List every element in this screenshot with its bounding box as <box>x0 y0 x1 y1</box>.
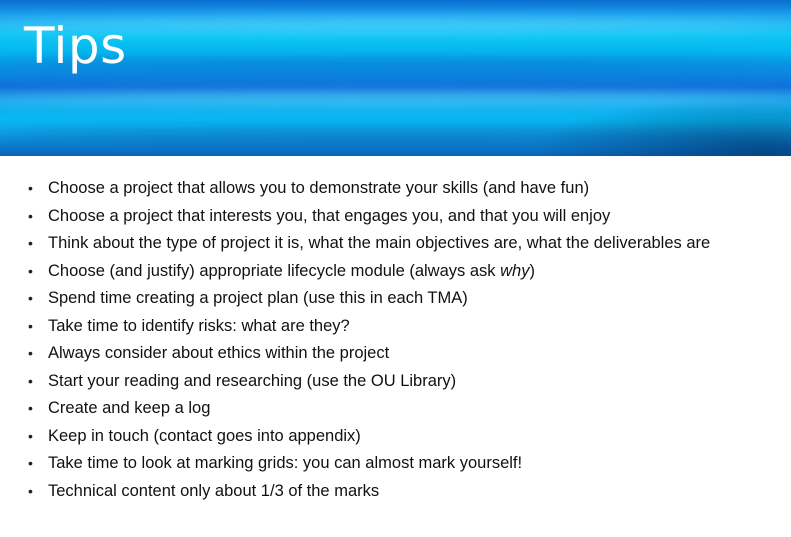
list-item: • Choose a project that allows you to dem… <box>28 175 788 203</box>
bullet-icon: • <box>28 400 33 416</box>
list-item-text: Keep in touch (contact goes into appendi… <box>48 426 361 445</box>
list-item: • Take time to identify risks: what are t… <box>28 313 788 341</box>
header-banner: Tips <box>0 0 791 156</box>
list-item-text-after: ) <box>529 261 535 280</box>
bullet-icon: • <box>28 262 33 279</box>
banner-shade <box>531 96 791 156</box>
list-item-text: Create and keep a log <box>48 399 211 417</box>
list-item-text: Choose (and justify) appropriate lifecyc… <box>48 261 501 280</box>
list-item: • Choose a project that interests you, th… <box>28 203 788 231</box>
list-item: • Take time to look at marking grids: you… <box>28 450 788 478</box>
list-item-text: Technical content only about 1/3 of the … <box>48 481 380 500</box>
list-item-text: Always consider about ethics within the … <box>48 344 390 362</box>
list-item: • Spend time creating a project plan (use… <box>28 285 788 313</box>
bullet-icon: • <box>28 427 33 444</box>
list-item-text: Start your reading and researching (use … <box>48 371 457 390</box>
bullet-icon: • <box>28 180 33 196</box>
list-item-text: Choose a project that interests you, tha… <box>48 206 611 225</box>
list-item: • Think about the type of project it is, … <box>28 230 788 258</box>
list-item-text: Spend time creating a project plan (use … <box>48 289 468 307</box>
bullet-icon: • <box>28 345 33 361</box>
bullet-icon: • <box>28 290 33 306</box>
list-item-text: Choose a project that allows you to demo… <box>48 179 590 197</box>
bullet-icon: • <box>28 482 33 499</box>
list-item: • Choose (and justify) appropriate lifecy… <box>28 258 788 286</box>
list-item: • Keep in touch (contact goes into append… <box>28 423 788 451</box>
bullet-icon: • <box>28 235 33 251</box>
bullet-icon: • <box>28 372 33 389</box>
tips-list: • Choose a project that allows you to dem… <box>28 175 788 505</box>
list-item: • Always consider about ethics within the… <box>28 340 788 368</box>
list-item: • Technical content only about 1/3 of the… <box>28 478 788 506</box>
list-item-text: Think about the type of project it is, w… <box>48 234 711 252</box>
list-item-emphasis: why <box>500 261 530 280</box>
list-item-text: Take time to look at marking grids: you … <box>48 454 523 472</box>
list-item: • Create and keep a log <box>28 395 788 423</box>
list-item: • Start your reading and researching (use… <box>28 368 788 396</box>
bullet-icon: • <box>28 317 33 334</box>
bullet-icon: • <box>28 455 33 471</box>
list-item-text: Take time to identify risks: what are th… <box>48 316 350 335</box>
slide-title: Tips <box>24 17 127 75</box>
bullet-icon: • <box>28 207 33 224</box>
